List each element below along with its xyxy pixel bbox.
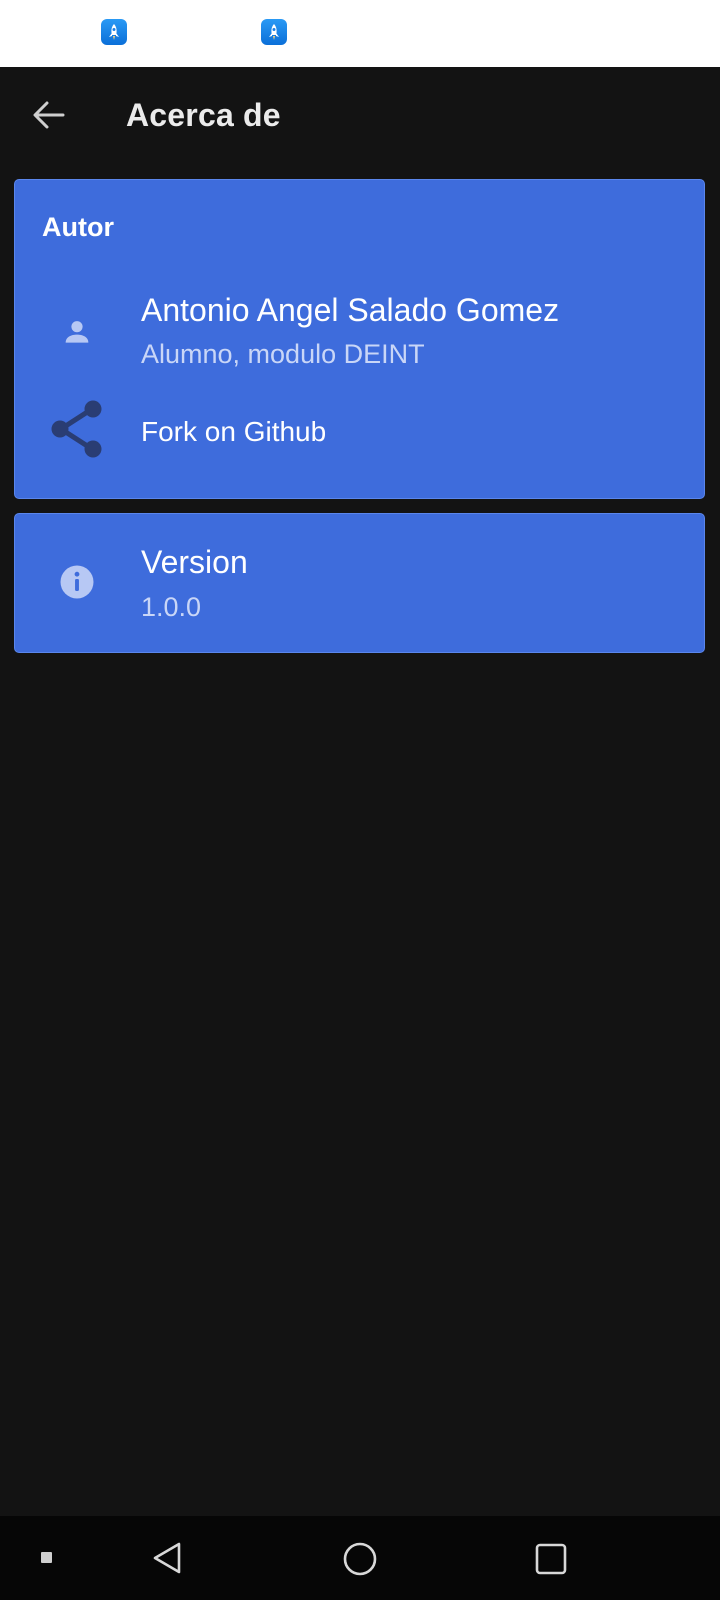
share-icon — [47, 398, 107, 460]
back-button[interactable] — [26, 94, 72, 140]
rocket-app-icon — [101, 19, 127, 45]
version-card[interactable]: Version 1.0.0 — [14, 513, 705, 653]
author-card: Autor Antonio Angel Salado Gomez Alumno,… — [14, 179, 705, 499]
version-value: 1.0.0 — [141, 592, 202, 622]
version-title: Version — [141, 544, 248, 580]
section-header-autor: Autor — [42, 212, 114, 242]
person-icon — [59, 314, 95, 350]
author-role: Alumno, modulo DEINT — [141, 339, 425, 369]
back-triangle-icon[interactable] — [146, 1536, 190, 1580]
rocket-app-icon — [261, 19, 287, 45]
fork-github-label: Fork on Github — [141, 416, 327, 447]
system-nav-bar — [0, 1516, 720, 1600]
arrow-left-icon — [33, 101, 65, 134]
page-title: Acerca de — [126, 97, 281, 133]
info-icon — [58, 563, 96, 601]
home-circle-icon[interactable] — [337, 1536, 383, 1582]
app-bar: Acerca de — [0, 67, 720, 167]
dot-icon — [34, 1542, 58, 1572]
status-bar — [0, 0, 720, 67]
recents-square-icon[interactable] — [528, 1536, 574, 1582]
author-name: Antonio Angel Salado Gomez — [141, 292, 560, 328]
